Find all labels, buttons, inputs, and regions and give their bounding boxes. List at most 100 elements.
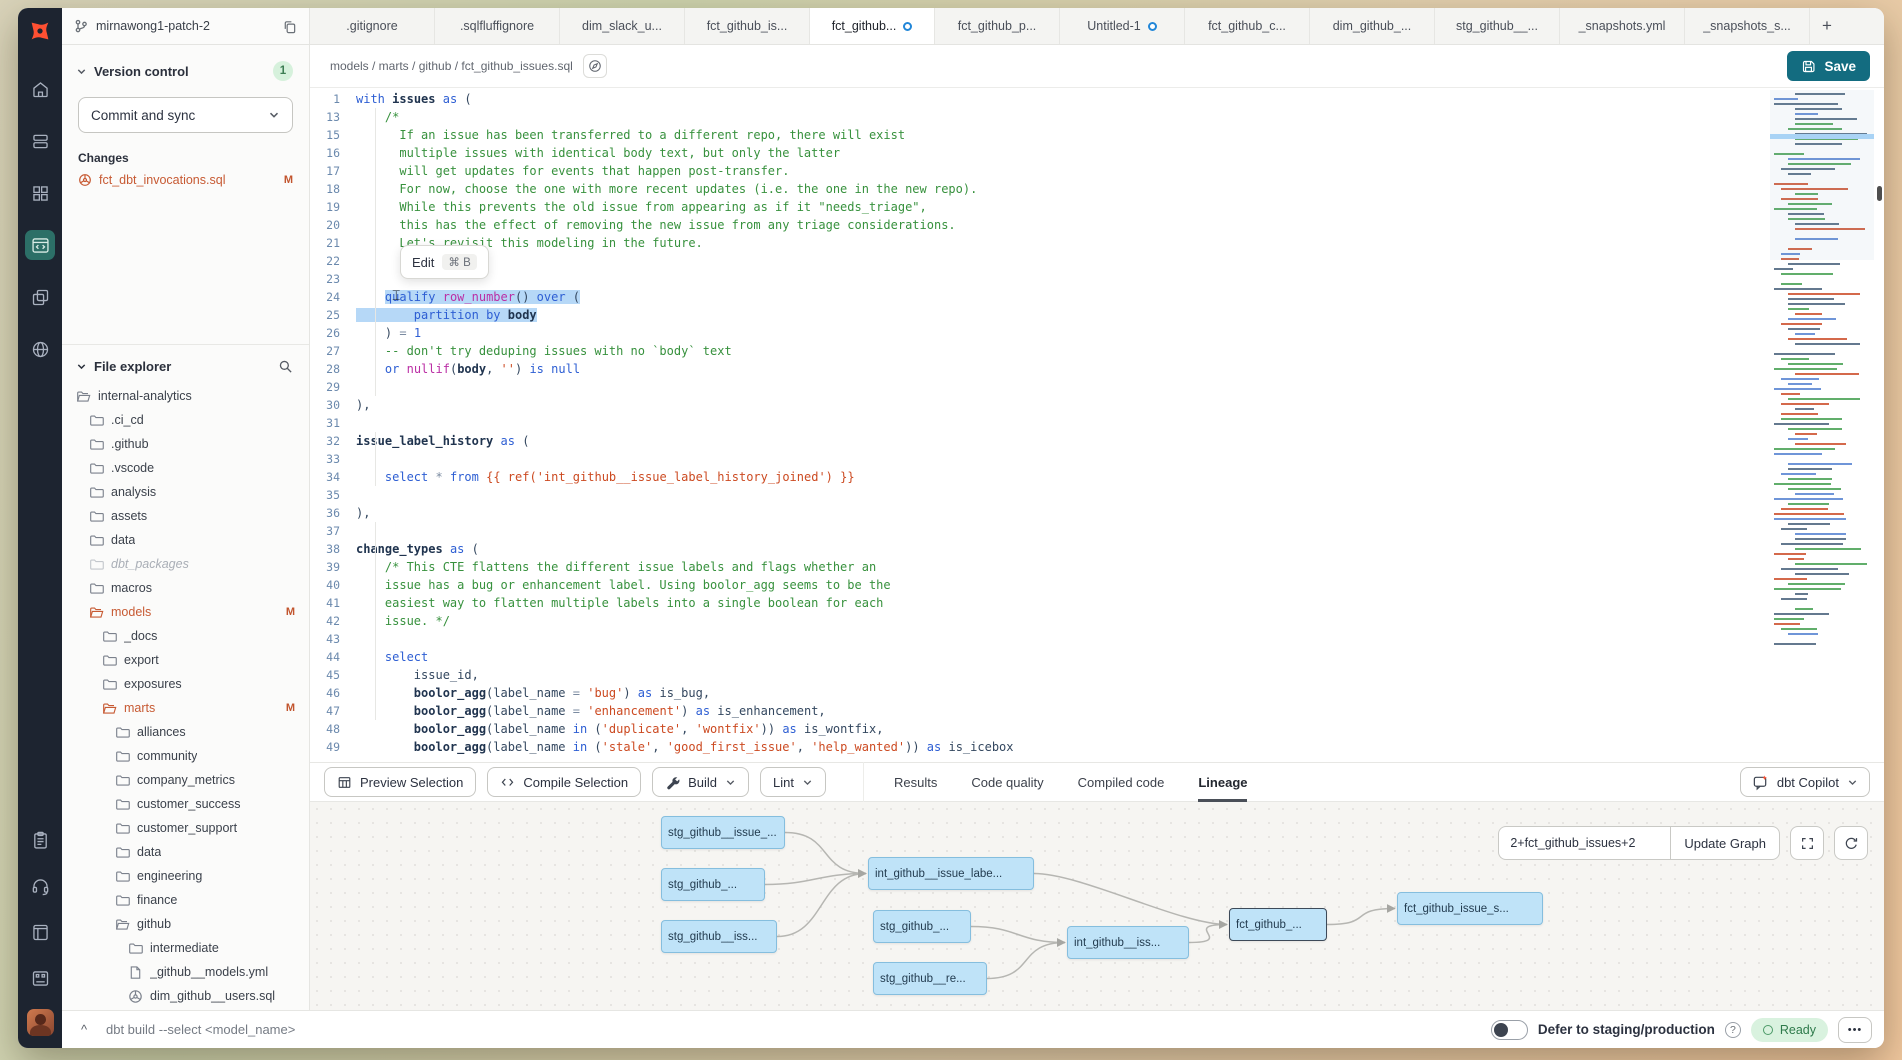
file-tree-item-models[interactable]: modelsM [62, 600, 309, 624]
code-line[interactable]: 19 While this prevents the old issue fro… [310, 198, 1884, 216]
environments-icon[interactable] [25, 126, 55, 156]
refresh-button[interactable] [1834, 826, 1868, 860]
file-tree-item-finance[interactable]: finance [62, 888, 309, 912]
defer-toggle[interactable] [1491, 1020, 1528, 1040]
code-line[interactable]: 42 issue. */ [310, 612, 1884, 630]
code-line[interactable]: 33 [310, 450, 1884, 468]
file-tree-item-vscode[interactable]: .vscode [62, 456, 309, 480]
lineage-node-stg-github-iss[interactable]: stg_github__iss... [661, 920, 777, 953]
tab-fct-github-is[interactable]: fct_github_is... [685, 8, 810, 44]
tab-fct-github-p[interactable]: fct_github_p... [935, 8, 1060, 44]
file-tree-item-github-models-yml[interactable]: _github__models.yml [62, 960, 309, 984]
code-line[interactable]: 48 boolor_agg(label_name in ('duplicate'… [310, 720, 1884, 738]
code-line[interactable]: 49 boolor_agg(label_name in ('stale', 'g… [310, 738, 1884, 756]
file-tree-item-analysis[interactable]: analysis [62, 480, 309, 504]
file-tree-item-internal-analytics[interactable]: internal-analytics [62, 384, 309, 408]
save-button[interactable]: Save [1787, 51, 1870, 81]
tab-untitled-1[interactable]: Untitled-1 [1060, 8, 1185, 44]
code-line[interactable]: 35 [310, 486, 1884, 504]
lineage-node-stg-github-issue[interactable]: stg_github__issue_... [661, 816, 785, 849]
file-tree-item-dbt-packages[interactable]: dbt_packages [62, 552, 309, 576]
docs-book-icon[interactable] [25, 917, 55, 947]
file-tree-item-customer-success[interactable]: customer_success [62, 792, 309, 816]
lineage-node-int-github-issue-labe[interactable]: int_github__issue_labe... [868, 857, 1034, 890]
code-line[interactable]: 16 multiple issues with identical body t… [310, 144, 1884, 162]
lineage-node-fct-github-issue-s[interactable]: fct_github_issue_s... [1397, 892, 1543, 925]
tab-code-quality[interactable]: Code quality [971, 762, 1043, 802]
copilot-compass-icon[interactable] [583, 54, 607, 78]
edit-popup[interactable]: Edit ⌘ B [400, 245, 489, 279]
code-line[interactable]: 44 select [310, 648, 1884, 666]
code-line[interactable]: 41 easiest way to flatten multiple label… [310, 594, 1884, 612]
code-line[interactable]: 28 or nullif(body, '') is null [310, 360, 1884, 378]
support-headset-icon[interactable] [25, 871, 55, 901]
lineage-node-stg-github[interactable]: stg_github_... [661, 868, 765, 901]
code-line[interactable]: 43 [310, 630, 1884, 648]
code-line[interactable]: 29 [310, 378, 1884, 396]
file-tree-item-export[interactable]: export [62, 648, 309, 672]
code-line[interactable]: 17 will get updates for events that happ… [310, 162, 1884, 180]
lineage-node-int-github-iss[interactable]: int_github__iss... [1067, 926, 1189, 959]
code-line[interactable]: 15 If an issue has been transferred to a… [310, 126, 1884, 144]
code-line[interactable]: 25 partition by body [310, 306, 1884, 324]
overflow-menu-button[interactable]: ••• [1838, 1017, 1872, 1043]
file-tree-item-data[interactable]: data [62, 840, 309, 864]
lineage-node-stg-github-re[interactable]: stg_github__re... [873, 962, 987, 995]
file-tree-item-intermediate[interactable]: intermediate [62, 936, 309, 960]
search-icon[interactable] [278, 359, 293, 374]
code-line[interactable]: 40 issue has a bug or enhancement label.… [310, 576, 1884, 594]
preview-selection-button[interactable]: Preview Selection [324, 767, 476, 797]
version-control-header[interactable]: Version control 1 [62, 45, 309, 81]
tab-gitignore[interactable]: .gitignore [310, 8, 435, 44]
file-tree-item-github[interactable]: .github [62, 432, 309, 456]
code-line[interactable]: 1with issues as ( [310, 90, 1884, 108]
dbt-copilot-button[interactable]: dbt Copilot [1740, 767, 1870, 797]
file-explorer-header[interactable]: File explorer [62, 345, 309, 374]
dbt-command-input[interactable] [106, 1022, 1481, 1037]
code-line[interactable]: 27 -- don't try deduping issues with no … [310, 342, 1884, 360]
user-avatar[interactable] [27, 1009, 54, 1036]
minimap[interactable] [1770, 90, 1874, 746]
develop-ide-icon[interactable] [25, 230, 55, 260]
lineage-node-fct-github[interactable]: fct_github_... [1229, 908, 1327, 941]
collapse-chevron-icon[interactable]: ^ [72, 1018, 96, 1042]
lineage-node-stg-github[interactable]: stg_github_... [873, 910, 971, 943]
editor-scrollbar[interactable] [1877, 186, 1882, 201]
lineage-panel[interactable]: stg_github__issue_... stg_github_... stg_g… [310, 802, 1884, 1010]
file-tree-item-macros[interactable]: macros [62, 576, 309, 600]
tab-snapshots-yml[interactable]: _snapshots.yml [1560, 8, 1685, 44]
tab-compiled-code[interactable]: Compiled code [1078, 762, 1165, 802]
code-line[interactable]: 36), [310, 504, 1884, 522]
code-line[interactable]: 47 boolor_agg(label_name = 'enhancement'… [310, 702, 1884, 720]
file-tree-item-customer-support[interactable]: customer_support [62, 816, 309, 840]
file-tree-item-assets[interactable]: assets [62, 504, 309, 528]
file-tree-item-dim-github-users-sql[interactable]: dim_github__users.sql [62, 984, 309, 1008]
code-line[interactable]: 37 [310, 522, 1884, 540]
code-line[interactable]: 22 [310, 252, 1884, 270]
shortcuts-keyboard-icon[interactable] [25, 963, 55, 993]
code-line[interactable]: 46 boolor_agg(label_name = 'bug') as is_… [310, 684, 1884, 702]
tab-stg-github[interactable]: stg_github__... [1435, 8, 1560, 44]
dbt-logo-icon[interactable] [25, 16, 55, 46]
notes-clipboard-icon[interactable] [25, 825, 55, 855]
build-button[interactable]: Build [652, 767, 749, 797]
tab-fct-github[interactable]: fct_github... [810, 8, 935, 45]
code-line[interactable]: 24 qualify row_number() over ( [310, 288, 1884, 306]
file-tree-item-marts[interactable]: martsM [62, 696, 309, 720]
file-tree-item-docs[interactable]: _docs [62, 624, 309, 648]
home-icon[interactable] [25, 74, 55, 104]
commit-and-sync-button[interactable]: Commit and sync [78, 97, 293, 133]
file-tree-item-alliances[interactable]: alliances [62, 720, 309, 744]
apps-grid-icon[interactable] [25, 178, 55, 208]
file-tree-item-company-metrics[interactable]: company_metrics [62, 768, 309, 792]
new-tab-button[interactable]: + [1810, 8, 1844, 44]
code-line[interactable]: 26 ) = 1 [310, 324, 1884, 342]
file-tree-item-community[interactable]: community [62, 744, 309, 768]
file-tree-item-ci-cd[interactable]: .ci_cd [62, 408, 309, 432]
code-line[interactable]: 13 /* [310, 108, 1884, 126]
tab-dim-slack-u[interactable]: dim_slack_u... [560, 8, 685, 44]
explore-globe-icon[interactable] [25, 334, 55, 364]
code-line[interactable]: 18 For now, choose the one with more rec… [310, 180, 1884, 198]
copy-icon[interactable] [282, 19, 297, 34]
code-editor[interactable]: 1with issues as (13 /*15 If an issue has… [310, 88, 1884, 762]
